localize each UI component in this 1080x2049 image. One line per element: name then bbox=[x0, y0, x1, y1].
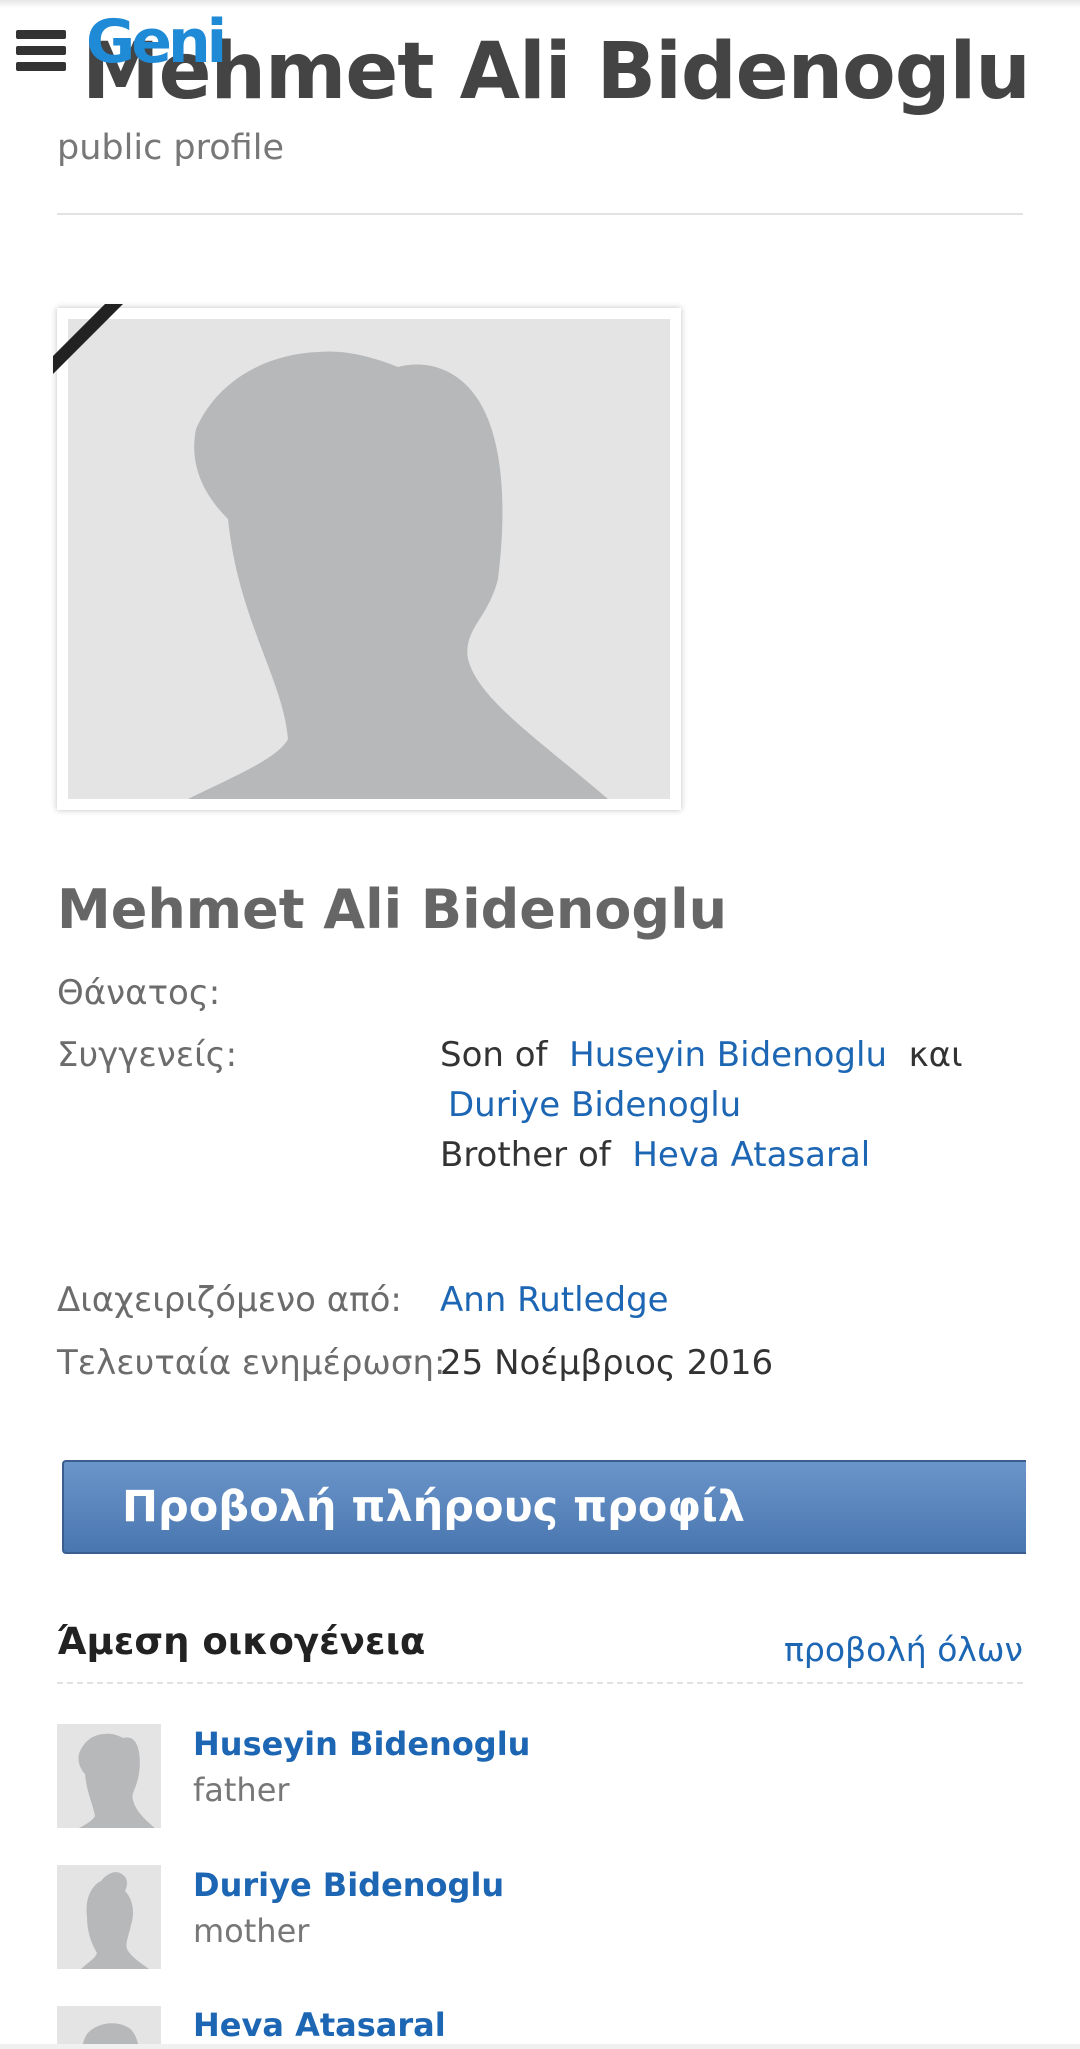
last-updated-label: Τελευταία ενημέρωση: bbox=[57, 1343, 446, 1383]
profile-photo[interactable] bbox=[57, 308, 681, 810]
female-silhouette-icon bbox=[81, 1872, 149, 1969]
view-full-profile-button[interactable]: Προβολή πλήρους προφίλ bbox=[62, 1460, 1026, 1554]
family-member-relation: father bbox=[193, 1771, 290, 1809]
family-member-name[interactable]: Huseyin Bidenoglu bbox=[193, 1725, 530, 1763]
brother-of-line: Brother of Heva Atasaral bbox=[440, 1135, 870, 1175]
managed-by-label: Διαχειριζόμενο από: bbox=[57, 1280, 402, 1320]
family-divider bbox=[57, 1682, 1023, 1684]
silhouette-placeholder bbox=[68, 319, 670, 799]
bottom-edge bbox=[0, 2044, 1080, 2049]
father-avatar[interactable] bbox=[57, 1724, 161, 1828]
sibling-link[interactable]: Heva Atasaral bbox=[632, 1135, 870, 1175]
page-subtitle: public profile bbox=[57, 128, 284, 168]
death-label: Θάνατος: bbox=[57, 973, 221, 1013]
relatives-label: Συγγενείς: bbox=[57, 1035, 238, 1075]
family-member-name[interactable]: Duriye Bidenoglu bbox=[193, 1866, 504, 1904]
manager-link[interactable]: Ann Rutledge bbox=[440, 1280, 669, 1320]
son-of-prefix: Son of bbox=[440, 1035, 548, 1075]
male-silhouette-icon bbox=[78, 1733, 155, 1828]
profile-name: Mehmet Ali Bidenoglu bbox=[57, 878, 728, 941]
view-all-link[interactable]: προβολή όλων bbox=[784, 1630, 1023, 1669]
family-member-relation: mother bbox=[193, 1912, 310, 1950]
female-silhouette-icon bbox=[82, 2023, 139, 2044]
mother-link[interactable]: Duriye Bidenoglu bbox=[448, 1085, 741, 1125]
sibling-avatar[interactable] bbox=[57, 2006, 161, 2044]
managed-by-value: Ann Rutledge bbox=[440, 1280, 669, 1320]
brother-of-prefix: Brother of bbox=[440, 1135, 611, 1175]
header-divider bbox=[57, 213, 1023, 215]
father-link[interactable]: Huseyin Bidenoglu bbox=[569, 1035, 887, 1075]
memorial-ribbon-icon bbox=[53, 304, 123, 374]
immediate-family-title: Άμεση οικογένεια bbox=[57, 1620, 426, 1663]
male-silhouette-icon bbox=[188, 351, 608, 799]
geni-logo[interactable]: Geni bbox=[86, 12, 227, 72]
hamburger-menu-icon[interactable] bbox=[14, 26, 68, 76]
mother-line: Duriye Bidenoglu bbox=[448, 1085, 741, 1125]
son-of-line: Son of Huseyin Bidenoglu και bbox=[440, 1035, 963, 1075]
last-updated-value: 25 Νοέμβριος 2016 bbox=[440, 1343, 774, 1383]
page-title: Mehmet Ali Bidenoglu bbox=[82, 27, 1031, 117]
mother-avatar[interactable] bbox=[57, 1865, 161, 1969]
family-member-name[interactable]: Heva Atasaral bbox=[193, 2006, 446, 2044]
conjunction-text: και bbox=[908, 1035, 963, 1075]
